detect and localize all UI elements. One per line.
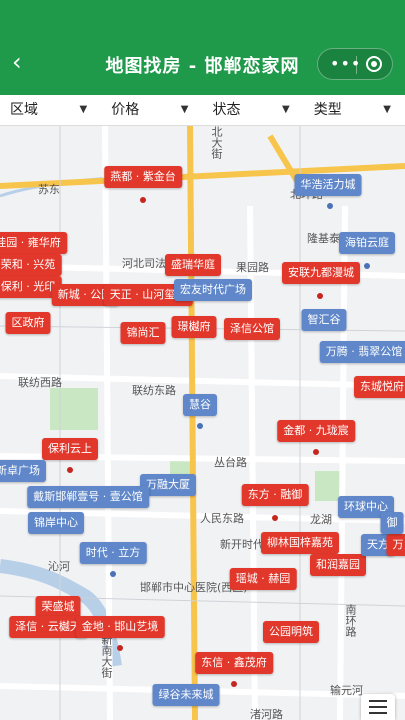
listing-pin[interactable]: 金都 · 九珑宸 bbox=[277, 420, 355, 442]
pin-anchor-dot bbox=[110, 571, 116, 577]
road-label: 渚河路 bbox=[250, 708, 283, 720]
listing-pin[interactable]: 东城悦府 bbox=[354, 376, 405, 398]
road-label: 果园路 bbox=[236, 261, 269, 274]
listing-pin[interactable]: 东信 · 鑫茂府 bbox=[195, 652, 273, 674]
listing-pin[interactable]: 璟樾府 bbox=[171, 316, 217, 338]
close-target-icon[interactable] bbox=[366, 56, 382, 72]
filter-price[interactable]: 价格 ▼ bbox=[101, 95, 202, 125]
mini-program-capsule: ••• bbox=[317, 48, 393, 80]
listing-pin[interactable]: 荣盛城 bbox=[35, 596, 81, 618]
listing-pin[interactable]: 保利云上 bbox=[42, 438, 98, 460]
pin-anchor-dot bbox=[67, 467, 73, 473]
listing-pin[interactable]: 柳林国梓嘉苑 bbox=[261, 532, 339, 554]
pin-anchor-dot bbox=[272, 515, 278, 521]
listing-pin[interactable]: 泽信公馆 bbox=[224, 318, 280, 340]
listing-pin[interactable]: 瑶城 · 赫园 bbox=[229, 568, 297, 590]
map-view[interactable]: 北大街 北环路 隆基泰 河北司法 果园路 联纺西路 联纺东路 丛台路 龙湖 人民… bbox=[0, 126, 405, 720]
listing-pin[interactable]: 宏友时代广场 bbox=[174, 279, 252, 301]
listing-pin[interactable]: 御 bbox=[380, 512, 404, 534]
listing-pin[interactable]: 智汇谷 bbox=[301, 309, 347, 331]
road-label: 南环路 bbox=[344, 604, 357, 637]
park-block bbox=[50, 388, 98, 430]
listing-pin[interactable]: 区政府 bbox=[5, 312, 51, 334]
listing-pin[interactable]: 金地 · 邯山艺境 bbox=[75, 616, 165, 638]
filter-label: 类型 bbox=[313, 102, 342, 118]
listing-pin[interactable]: 万 bbox=[386, 534, 405, 556]
caret-down-icon: ▼ bbox=[79, 104, 88, 115]
road-label: 输元河 bbox=[330, 684, 363, 697]
list-icon-line bbox=[369, 706, 387, 708]
filter-status[interactable]: 状态 ▼ bbox=[203, 95, 304, 125]
pin-anchor-dot bbox=[327, 203, 333, 209]
listing-pin[interactable]: 燕都 · 紫金台 bbox=[104, 166, 182, 188]
listing-pin[interactable]: 锦尚汇 bbox=[120, 322, 166, 344]
listing-pin[interactable]: 海铂云庭 bbox=[339, 232, 395, 254]
pin-anchor-dot bbox=[117, 645, 123, 651]
listing-pin[interactable]: 安联九都漫城 bbox=[282, 262, 360, 284]
caret-down-icon: ▼ bbox=[282, 104, 290, 115]
app-header: ‹ 地图找房 - 邯郸恋家网 ••• bbox=[0, 0, 405, 95]
road-label: 沁河 bbox=[48, 560, 70, 573]
listing-pin[interactable]: 万腾 · 翡翠公馆 bbox=[319, 341, 405, 363]
caret-down-icon: ▼ bbox=[180, 104, 189, 115]
pin-anchor-dot bbox=[197, 423, 203, 429]
filter-type[interactable]: 类型 ▼ bbox=[304, 95, 405, 125]
road-label: 人民东路 bbox=[200, 512, 244, 525]
listing-pin[interactable]: 盛瑞华庭 bbox=[165, 254, 221, 276]
road-label: 新南大街 bbox=[100, 634, 113, 678]
listing-pin[interactable]: 公园明筑 bbox=[263, 621, 319, 643]
caret-down-icon: ▼ bbox=[383, 104, 391, 115]
listing-pin[interactable]: 桂园 · 雍华府 bbox=[0, 232, 67, 254]
road-label: 新开时代 bbox=[220, 538, 264, 551]
filter-label: 状态 bbox=[212, 102, 241, 118]
pin-anchor-dot bbox=[313, 449, 319, 455]
filter-label: 价格 bbox=[111, 102, 140, 118]
road-label: 河北司法 bbox=[122, 257, 166, 270]
pin-anchor-dot bbox=[364, 263, 370, 269]
listing-pin[interactable]: 荣和 · 兴苑 bbox=[0, 254, 62, 276]
pin-anchor-dot bbox=[140, 197, 146, 203]
listing-pin[interactable]: 绿谷未来城 bbox=[152, 684, 220, 706]
filter-area[interactable]: 区域 ▼ bbox=[0, 95, 101, 125]
listing-pin[interactable]: 时代 · 立方 bbox=[79, 542, 147, 564]
list-view-button[interactable] bbox=[361, 694, 395, 720]
listing-pin[interactable]: 慧谷 bbox=[183, 394, 217, 416]
capsule-divider bbox=[356, 56, 357, 74]
listing-pin[interactable]: 东方 · 融御 bbox=[241, 484, 309, 506]
road-label: 隆基泰 bbox=[307, 232, 340, 245]
road-label: 联纺西路 bbox=[18, 376, 62, 389]
listing-pin[interactable]: 和润嘉园 bbox=[310, 554, 366, 576]
road-label: 龙湖 bbox=[310, 513, 332, 526]
list-icon-line bbox=[369, 700, 387, 702]
road-label: 联纺东路 bbox=[132, 384, 176, 397]
listing-pin[interactable]: 华浩活力城 bbox=[294, 174, 362, 196]
filter-bar: 区域 ▼ 价格 ▼ 状态 ▼ 类型 ▼ bbox=[0, 95, 405, 126]
listing-pin[interactable]: 戴斯邯郸壹号 · 壹公馆 bbox=[27, 486, 149, 508]
pin-anchor-dot bbox=[317, 293, 323, 299]
road-label: 丛台路 bbox=[214, 456, 247, 469]
pin-anchor-dot bbox=[231, 681, 237, 687]
list-icon-line bbox=[369, 712, 387, 714]
filter-label: 区域 bbox=[10, 102, 38, 118]
listing-pin[interactable]: 新卓广场 bbox=[0, 460, 46, 482]
road-label: 北大街 bbox=[210, 126, 223, 159]
road-label: 苏东 bbox=[38, 183, 60, 196]
listing-pin[interactable]: 锦岸中心 bbox=[28, 512, 84, 534]
